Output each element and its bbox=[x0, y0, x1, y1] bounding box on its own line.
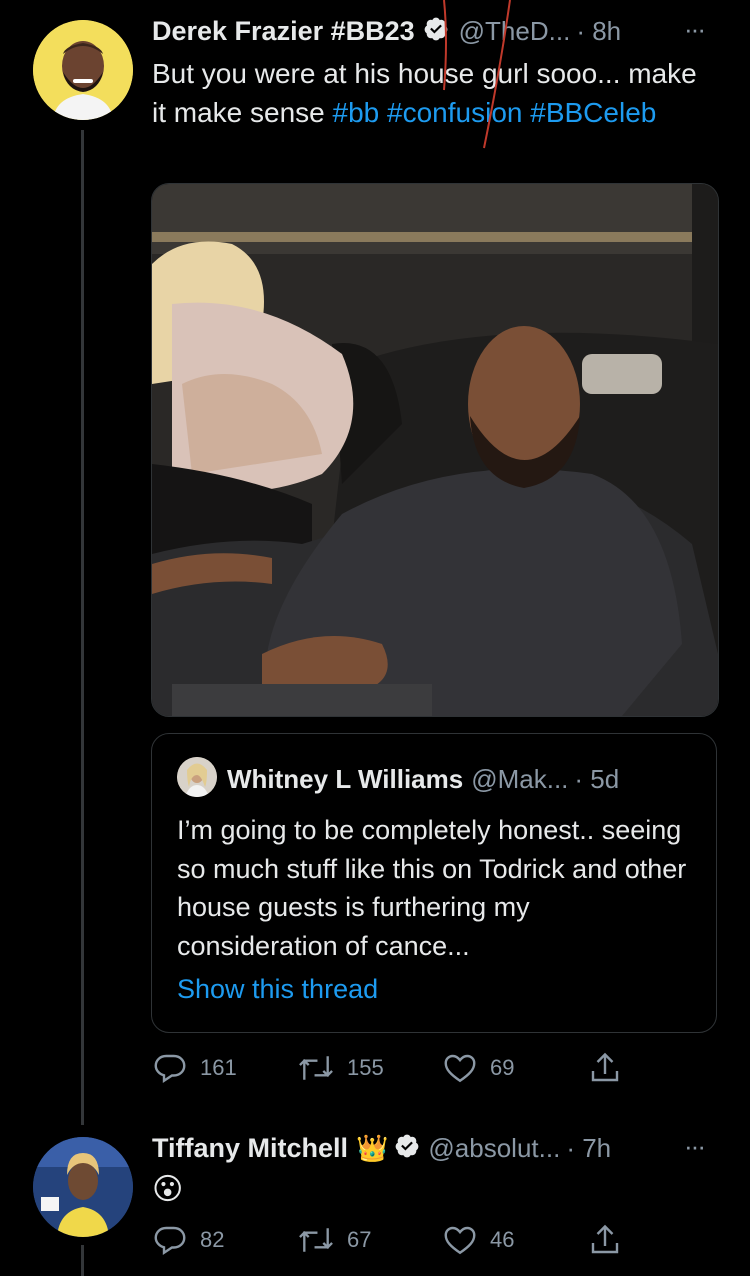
author-handle-2[interactable]: @absolut... bbox=[428, 1133, 560, 1164]
thread-connector-line-2 bbox=[81, 1245, 84, 1276]
reply-icon bbox=[154, 1054, 186, 1083]
red-scribble-mark bbox=[443, 0, 511, 149]
quote-author-avatar bbox=[177, 757, 217, 797]
show-thread-link[interactable]: Show this thread bbox=[177, 974, 378, 1005]
retweet-button[interactable]: 155 bbox=[297, 1050, 384, 1086]
share-icon bbox=[591, 1052, 619, 1082]
tweet-timestamp-2[interactable]: · 7h bbox=[566, 1133, 611, 1164]
thread-connector-line bbox=[81, 130, 84, 1125]
like-count: 69 bbox=[490, 1055, 515, 1080]
reply-button-2[interactable]: 82 bbox=[152, 1222, 224, 1258]
like-button-2[interactable]: 46 bbox=[442, 1222, 514, 1258]
hashtag-bb[interactable]: #bb bbox=[333, 97, 380, 128]
author-name-2[interactable]: Tiffany Mitchell bbox=[152, 1133, 348, 1164]
retweet-count-2: 67 bbox=[347, 1227, 372, 1252]
tweet-media-photo[interactable] bbox=[151, 183, 719, 717]
tweet-text-2: 😮 bbox=[152, 1173, 184, 1206]
author-avatar-2[interactable] bbox=[33, 1137, 133, 1237]
like-icon bbox=[444, 1054, 476, 1083]
share-button[interactable] bbox=[587, 1050, 635, 1086]
retweet-button-2[interactable]: 67 bbox=[297, 1222, 371, 1258]
photo-image bbox=[152, 184, 718, 716]
author-name[interactable]: Derek Frazier #BB23 bbox=[152, 16, 415, 47]
quote-timestamp: · 5d bbox=[574, 764, 620, 794]
more-icon[interactable]: ··· bbox=[684, 14, 706, 45]
author-avatar-2-image bbox=[33, 1137, 133, 1237]
tweet-text: But you were at his house gurl sooo... m… bbox=[152, 54, 712, 132]
verified-badge-icon-2 bbox=[394, 1133, 420, 1164]
like-count-2: 46 bbox=[490, 1227, 515, 1252]
crown-emoji: 👑 bbox=[356, 1133, 389, 1163]
retweet-count: 155 bbox=[347, 1055, 384, 1080]
reply-icon bbox=[154, 1226, 186, 1255]
like-icon bbox=[444, 1226, 476, 1255]
reply-count: 161 bbox=[200, 1055, 237, 1080]
more-icon-2[interactable]: ··· bbox=[684, 1131, 706, 1162]
quote-text: I’m going to be completely honest.. seei… bbox=[177, 815, 687, 961]
retweet-icon bbox=[299, 1228, 333, 1252]
hashtag-bbceleb[interactable]: #BBCeleb bbox=[530, 97, 656, 128]
like-button[interactable]: 69 bbox=[442, 1050, 514, 1086]
author-avatar[interactable] bbox=[33, 20, 133, 120]
reply-button[interactable]: 161 bbox=[152, 1050, 237, 1086]
retweet-icon bbox=[299, 1056, 333, 1080]
quote-author-handle: @Mak... bbox=[471, 764, 569, 794]
tweet-timestamp[interactable]: · 8h bbox=[576, 16, 621, 47]
share-icon bbox=[591, 1224, 619, 1254]
share-button-2[interactable] bbox=[587, 1222, 635, 1258]
author-avatar-image bbox=[33, 20, 133, 120]
reply-count-2: 82 bbox=[200, 1227, 225, 1252]
quote-author-name: Whitney L Williams bbox=[227, 764, 464, 794]
